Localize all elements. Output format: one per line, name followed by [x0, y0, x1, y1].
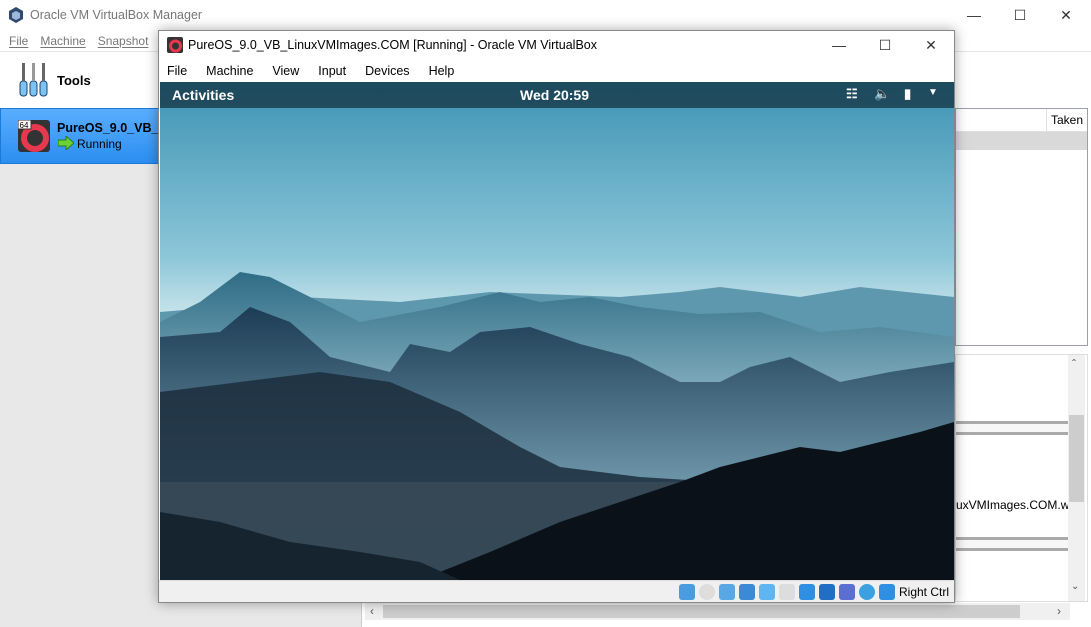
vm-status-bar: Right Ctrl [159, 580, 954, 602]
system-menu-chevron-icon[interactable]: ▼ [928, 87, 938, 98]
scroll-down-icon[interactable]: ⌄ [1071, 581, 1079, 592]
scroll-up-icon[interactable]: ˆ [1072, 357, 1076, 371]
vm-title-bar: PureOS_9.0_VB_LinuxVMImages.COM [Running… [159, 31, 954, 59]
menu-machine[interactable]: Machine [40, 34, 85, 48]
vm-state: Running [77, 137, 122, 151]
horizontal-scroll-thumb[interactable] [383, 605, 1020, 618]
display-icon[interactable] [799, 584, 815, 600]
vm-menu-view[interactable]: View [272, 64, 299, 78]
vm-menu-machine[interactable]: Machine [206, 64, 253, 78]
usb-icon[interactable] [759, 584, 775, 600]
section-separator [956, 421, 1068, 435]
battery-icon[interactable]: ▮ [904, 86, 911, 102]
vertical-scroll-thumb[interactable] [1069, 415, 1084, 502]
scroll-right-icon[interactable]: › [1057, 604, 1061, 618]
vm-menu-file[interactable]: File [167, 64, 187, 78]
guest-additions-icon[interactable] [859, 584, 875, 600]
activities-button[interactable]: Activities [172, 87, 234, 103]
vm-window-title: PureOS_9.0_VB_LinuxVMImages.COM [Running… [188, 38, 597, 52]
tools-icon [19, 63, 48, 97]
capture-icon[interactable] [819, 584, 835, 600]
audio-icon[interactable] [719, 584, 735, 600]
gnome-top-bar: Activities Wed 20:59 ☷ 🔈 ▮ ▼ [160, 82, 954, 108]
vm-menu-help[interactable]: Help [429, 64, 455, 78]
vm-name: PureOS_9.0_VB_Li [57, 121, 170, 135]
network-adapter-icon[interactable] [739, 584, 755, 600]
minimize-button[interactable]: — [951, 0, 997, 30]
manager-title-bar: Oracle VM VirtualBox Manager — ☐ ✕ [0, 0, 1091, 30]
section-separator [956, 537, 1068, 551]
host-key-icon[interactable] [879, 584, 895, 600]
tools-label: Tools [57, 72, 91, 88]
hard-disk-icon[interactable] [679, 584, 695, 600]
maximize-button[interactable]: ☐ [997, 0, 1043, 30]
optical-drive-icon[interactable] [699, 584, 715, 600]
snapshot-row-current[interactable] [956, 132, 1087, 150]
virtualbox-logo-icon [9, 7, 23, 23]
clock[interactable]: Wed 20:59 [520, 87, 589, 103]
vm-minimize-button[interactable]: — [816, 31, 862, 59]
network-icon[interactable]: ☷ [846, 86, 858, 102]
pureos-icon [167, 37, 183, 53]
vm-maximize-button[interactable]: ☐ [862, 31, 908, 59]
vm-close-button[interactable]: ✕ [908, 31, 954, 59]
pureos-icon: 64 [18, 120, 50, 152]
vm-window: PureOS_9.0_VB_LinuxVMImages.COM [Running… [158, 30, 955, 603]
details-text: uxVMImages.COM.web [956, 498, 1083, 512]
host-key-label: Right Ctrl [899, 585, 950, 599]
vt-x-icon[interactable] [839, 584, 855, 600]
close-button[interactable]: ✕ [1043, 0, 1089, 30]
menu-snapshot[interactable]: Snapshot [98, 34, 149, 48]
running-arrow-icon [58, 136, 74, 150]
os-badge: 64 [20, 121, 29, 130]
vm-menu-devices[interactable]: Devices [365, 64, 409, 78]
shared-folders-icon[interactable] [779, 584, 795, 600]
manager-title: Oracle VM VirtualBox Manager [30, 8, 203, 22]
guest-display[interactable]: Activities Wed 20:59 ☷ 🔈 ▮ ▼ [160, 82, 954, 580]
vm-menu-input[interactable]: Input [318, 64, 346, 78]
column-taken[interactable]: Taken [1046, 109, 1083, 131]
snapshot-table[interactable]: Taken [955, 108, 1088, 346]
volume-icon[interactable]: 🔈 [874, 86, 890, 102]
vm-menu-bar: File Machine View Input Devices Help [159, 59, 954, 83]
scroll-left-icon[interactable]: ‹ [370, 604, 374, 618]
menu-file[interactable]: File [9, 34, 28, 48]
mountain-wallpaper [160, 82, 954, 580]
